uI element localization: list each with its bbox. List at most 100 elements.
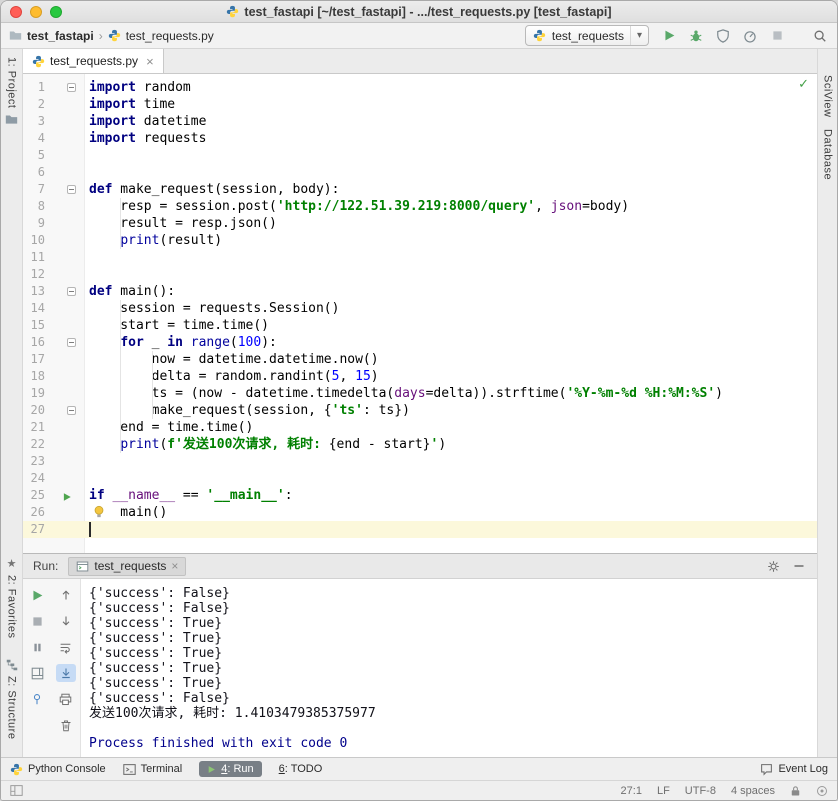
breadcrumb[interactable]: test_fastapi [9,29,94,43]
toolwindow-terminal[interactable]: Terminal [122,763,182,776]
editor-line[interactable]: 22 print(f'发送100次请求, 耗时: {end - start}') [23,436,817,453]
gutter-fold-column[interactable] [45,130,79,147]
line-number[interactable]: 8 [23,198,45,215]
rerun-button[interactable] [27,586,47,604]
line-number[interactable]: 16 [23,334,45,351]
window-close-button[interactable] [10,5,22,18]
chevron-down-icon[interactable]: ▾ [629,26,648,45]
editor-line[interactable]: 6 [23,164,817,181]
pause-output-button[interactable] [27,638,47,656]
line-separator-status[interactable]: LF [657,785,670,797]
background-tasks-icon[interactable] [816,785,828,797]
line-number[interactable]: 23 [23,453,45,470]
line-number[interactable]: 21 [23,419,45,436]
line-number[interactable]: 6 [23,164,45,181]
line-number[interactable]: 19 [23,385,45,402]
editor-line[interactable]: 26 main() [23,504,817,521]
soft-wrap-button[interactable] [56,638,76,656]
gutter-fold-column[interactable] [45,232,79,249]
editor-line[interactable]: 25 if __name__ == '__main__': [23,487,817,504]
toolwindow-python-console[interactable]: Python Console [10,763,106,776]
line-number[interactable]: 4 [23,130,45,147]
line-number[interactable]: 5 [23,147,45,164]
line-number[interactable]: 26 [23,504,45,521]
run-settings-gear-icon[interactable] [767,560,780,573]
gutter-fold-column[interactable] [45,487,79,504]
gutter-fold-column[interactable] [45,283,79,300]
editor-line[interactable]: 11 [23,249,817,266]
gutter-fold-column[interactable] [45,453,79,470]
fold-marker-icon[interactable] [67,338,76,347]
line-number[interactable]: 3 [23,113,45,130]
run-console-output[interactable]: {'success': False} {'success': False} {'su… [81,579,817,757]
editor-line[interactable]: 20 make_request(session, {'ts': ts}) [23,402,817,419]
intention-bulb-icon[interactable] [93,505,105,523]
gutter-fold-column[interactable] [45,181,79,198]
sidebar-item-project[interactable]: 1: Project [5,57,18,126]
run-button[interactable] [660,27,678,45]
indent-status[interactable]: 4 spaces [731,785,775,797]
gutter-fold-column[interactable] [45,402,79,419]
line-number[interactable]: 15 [23,317,45,334]
toolwindow-todo[interactable]: 6: TODO [279,763,323,775]
run-configuration-select[interactable]: test_requests ▾ [524,25,649,46]
search-everywhere-button[interactable] [811,27,829,45]
coverage-button[interactable] [714,27,732,45]
lock-icon[interactable] [790,785,801,797]
line-number[interactable]: 24 [23,470,45,487]
editor-tab[interactable]: test_requests.py × [23,49,164,73]
editor-line[interactable]: 7 def make_request(session, body): [23,181,817,198]
sidebar-item-favorites[interactable]: ★ 2: Favorites [6,559,18,639]
down-stack-trace-button[interactable] [56,612,76,630]
gutter-fold-column[interactable] [45,164,79,181]
editor-line[interactable]: 24 [23,470,817,487]
line-number[interactable]: 22 [23,436,45,453]
line-number[interactable]: 12 [23,266,45,283]
editor-line[interactable]: 9 result = resp.json() [23,215,817,232]
line-number[interactable]: 18 [23,368,45,385]
debug-button[interactable] [687,27,705,45]
editor-line[interactable]: 1 import random [23,79,817,96]
breadcrumb-file-label[interactable]: test_requests.py [126,29,214,43]
clear-all-button[interactable] [56,716,76,734]
line-number[interactable]: 13 [23,283,45,300]
code-editor[interactable]: 1 import random 2 import time 3 import dateti… [23,74,817,553]
fold-marker-icon[interactable] [67,83,76,92]
editor-line[interactable]: 3 import datetime [23,113,817,130]
editor-line[interactable]: 8 resp = session.post('http://122.51.39.… [23,198,817,215]
breadcrumb-file[interactable]: test_requests.py [108,29,214,43]
editor-line[interactable]: 10 print(result) [23,232,817,249]
editor-line[interactable]: 27 [23,521,817,538]
gutter-fold-column[interactable] [45,113,79,130]
window-minimize-button[interactable] [30,5,42,18]
gutter-fold-column[interactable] [45,351,79,368]
line-number[interactable]: 1 [23,79,45,96]
gutter-fold-column[interactable] [45,317,79,334]
gutter-fold-column[interactable] [45,266,79,283]
gutter-fold-column[interactable] [45,249,79,266]
close-tab-icon[interactable]: × [146,54,154,69]
gutter-fold-column[interactable] [45,198,79,215]
pin-tab-button[interactable] [27,690,47,708]
line-number[interactable]: 20 [23,402,45,419]
line-number[interactable]: 11 [23,249,45,266]
line-number[interactable]: 27 [23,521,45,538]
editor-line[interactable]: 17 now = datetime.datetime.now() [23,351,817,368]
toolwindow-switcher-icon[interactable] [10,784,23,797]
line-number[interactable]: 25 [23,487,45,504]
fold-marker-icon[interactable] [67,185,76,194]
stop-button[interactable] [768,27,786,45]
encoding-status[interactable]: UTF-8 [685,785,716,797]
restore-layout-button[interactable] [27,664,47,682]
gutter-fold-column[interactable] [45,504,79,521]
caret-position-status[interactable]: 27:1 [621,785,642,797]
line-number[interactable]: 10 [23,232,45,249]
editor-line[interactable]: 12 [23,266,817,283]
editor-line[interactable]: 21 end = time.time() [23,419,817,436]
breadcrumb-project[interactable]: test_fastapi [27,29,94,43]
gutter-fold-column[interactable] [45,96,79,113]
gutter-fold-column[interactable] [45,385,79,402]
fold-marker-icon[interactable] [67,287,76,296]
line-number[interactable]: 9 [23,215,45,232]
gutter-fold-column[interactable] [45,215,79,232]
